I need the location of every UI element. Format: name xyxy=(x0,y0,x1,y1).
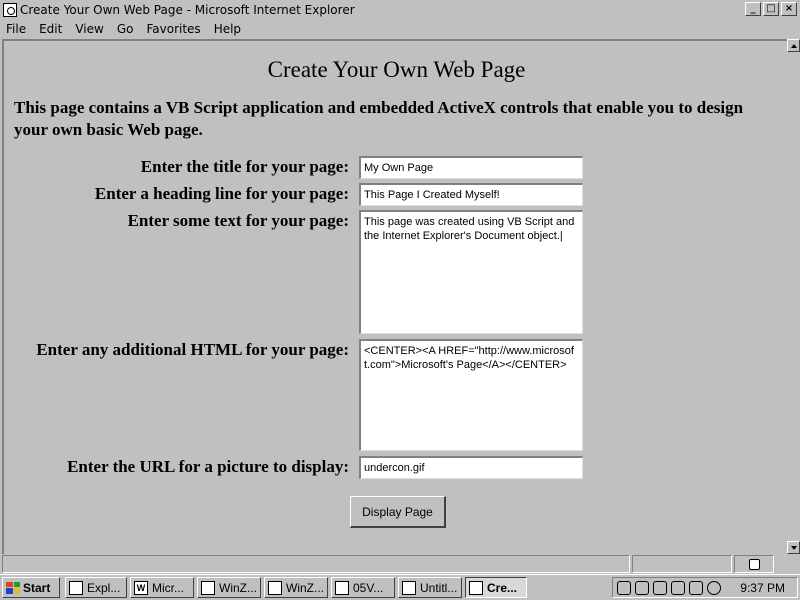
task-label: Expl... xyxy=(87,580,121,595)
task-word[interactable]: W Micr... xyxy=(130,577,194,598)
windows-logo-icon xyxy=(6,581,20,594)
menu-favorites[interactable]: Favorites xyxy=(146,22,200,36)
menu-bar: File Edit View Go Favorites Help xyxy=(0,19,800,38)
task-explorer[interactable]: Expl... xyxy=(65,577,127,598)
page-title: Create Your Own Web Page xyxy=(267,57,526,82)
task-label: WinZ... xyxy=(219,580,257,595)
menu-file[interactable]: File xyxy=(6,22,26,36)
volume-icon[interactable] xyxy=(689,580,703,595)
status-progress-pane xyxy=(632,555,732,573)
task-image[interactable]: 05V... xyxy=(331,577,395,598)
html-textarea[interactable]: <CENTER><A HREF="http://www.microsoft.co… xyxy=(359,339,583,451)
status-text-pane xyxy=(2,555,630,573)
vertical-scrollbar[interactable] xyxy=(787,39,800,554)
start-button[interactable]: Start xyxy=(2,577,60,598)
scroll-up-button[interactable] xyxy=(787,39,800,52)
task-ie-active[interactable]: Cre... xyxy=(465,577,527,598)
ie-icon xyxy=(469,580,483,595)
display-page-button[interactable]: Display Page xyxy=(350,496,446,528)
explorer-icon xyxy=(69,580,83,595)
title-bar: Create Your Own Web Page - Microsoft Int… xyxy=(0,0,800,19)
winzip-icon xyxy=(201,580,215,595)
minimize-button[interactable]: _ xyxy=(745,2,761,16)
start-label: Start xyxy=(23,580,51,595)
task-label: WinZ... xyxy=(286,580,324,595)
page-content: Create Your Own Web Page This page conta… xyxy=(2,39,787,554)
task-label: Micr... xyxy=(152,580,184,595)
heading-label: Enter a heading line for your page: xyxy=(94,184,349,203)
printer-icon[interactable] xyxy=(635,580,649,595)
window-title: Create Your Own Web Page - Microsoft Int… xyxy=(20,2,355,17)
menu-help[interactable]: Help xyxy=(214,22,241,36)
network-icon[interactable] xyxy=(617,580,631,595)
security-zone-icon xyxy=(748,558,760,570)
title-label: Enter the title for your page: xyxy=(140,157,349,176)
task-label: 05V... xyxy=(353,580,384,595)
tools-icon[interactable] xyxy=(653,580,667,595)
url-input[interactable]: undercon.gif xyxy=(359,456,583,479)
intro-text: This page contains a VB Script applicati… xyxy=(14,98,744,139)
status-zone-pane xyxy=(734,555,774,573)
text-label: Enter some text for your page: xyxy=(127,211,349,230)
winzip-icon xyxy=(268,580,282,595)
menu-edit[interactable]: Edit xyxy=(39,22,62,36)
menu-view[interactable]: View xyxy=(75,22,103,36)
task-notepad[interactable]: Untitl... xyxy=(398,577,462,598)
task-label: Untitl... xyxy=(420,580,458,595)
menu-go[interactable]: Go xyxy=(117,22,134,36)
task-winzip-1[interactable]: WinZ... xyxy=(197,577,261,598)
maximize-button[interactable]: □ xyxy=(763,2,779,16)
notepad-icon xyxy=(402,580,416,595)
system-tray: 9:37 PM xyxy=(612,577,798,598)
ie-window-icon[interactable] xyxy=(3,2,17,17)
html-label: Enter any additional HTML for your page: xyxy=(36,340,349,359)
task-winzip-2[interactable]: WinZ... xyxy=(264,577,328,598)
device-icon[interactable] xyxy=(671,580,685,595)
word-icon: W xyxy=(134,580,148,595)
taskbar: Start Expl... W Micr... WinZ... WinZ... … xyxy=(0,574,800,600)
task-label: Cre... xyxy=(487,580,518,595)
heading-input[interactable]: This Page I Created Myself! xyxy=(359,183,583,206)
image-icon xyxy=(335,580,349,595)
title-input[interactable]: My Own Page xyxy=(359,156,583,179)
url-label: Enter the URL for a picture to display: xyxy=(67,457,349,476)
scroll-down-button[interactable] xyxy=(787,541,800,554)
status-bar xyxy=(0,554,800,574)
close-button[interactable]: × xyxy=(781,2,797,16)
clock[interactable]: 9:37 PM xyxy=(740,581,785,595)
compass-icon[interactable] xyxy=(707,580,721,595)
text-textarea[interactable]: This page was created using VB Script an… xyxy=(359,210,583,334)
